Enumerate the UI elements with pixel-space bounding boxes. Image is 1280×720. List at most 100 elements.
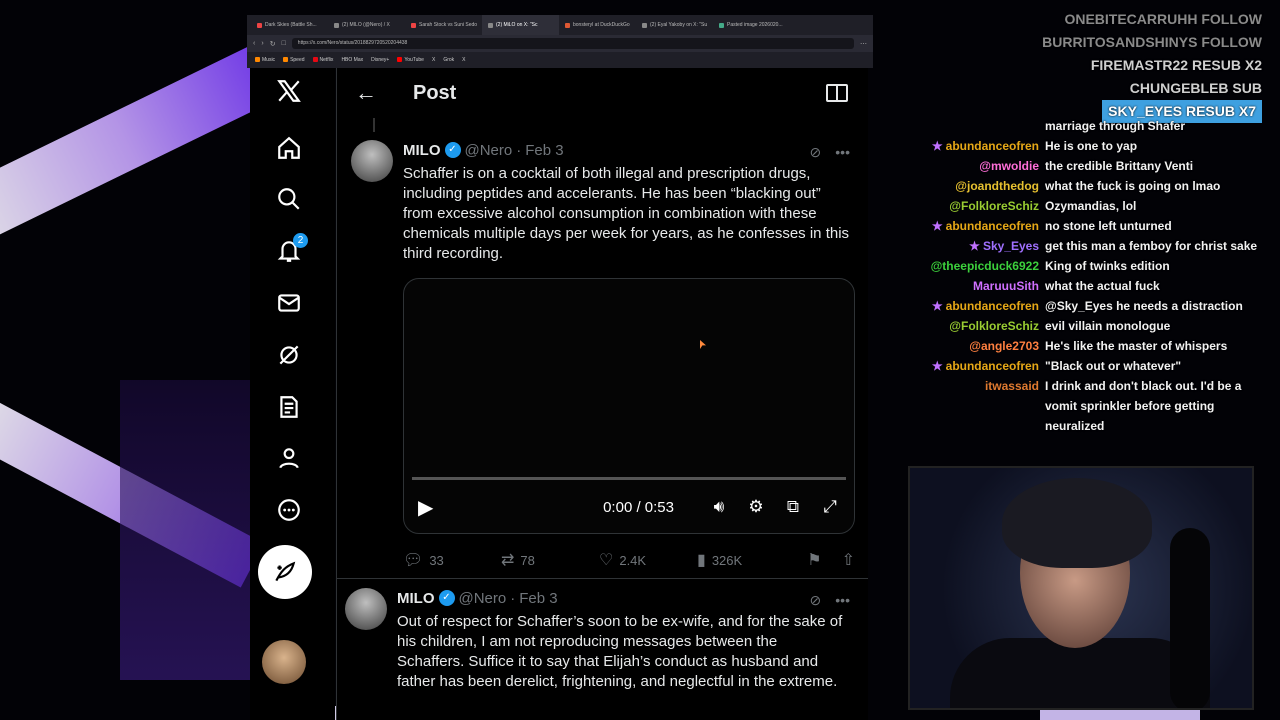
bookmark-item[interactable]: Music	[255, 57, 275, 63]
picture-in-picture-icon[interactable]: ⧉	[783, 497, 803, 517]
repost-icon: ⇄	[501, 552, 515, 569]
more-options-icon[interactable]	[274, 495, 304, 525]
tweet-card[interactable]: ⊘ ••• MILO ✓ @Nero · Feb 3 Out of respec…	[345, 588, 858, 692]
sub-badge-icon: ★	[931, 299, 943, 313]
notifications-bell-icon[interactable]: 2	[274, 233, 308, 266]
author-handle[interactable]: @Nero	[465, 142, 513, 159]
tweet-top-actions: ⊘ •••	[810, 144, 850, 161]
search-icon[interactable]	[274, 184, 304, 214]
chat-username[interactable]: @mwoldie	[928, 156, 1045, 176]
avatar[interactable]	[345, 588, 387, 630]
browser-tab[interactable]: (2) MILO (@Nero) / X	[328, 15, 405, 35]
browser-tab-active[interactable]: (2) MiLO on X: "Sc	[482, 15, 559, 35]
profile-icon[interactable]	[274, 443, 304, 473]
bookmark-item[interactable]: Netflix	[312, 57, 334, 63]
grok-explain-icon[interactable]: ⊘	[810, 144, 822, 161]
views-button[interactable]: ▮ 326K	[697, 550, 795, 570]
more-menu-icon[interactable]: •••	[835, 592, 850, 609]
author-handle[interactable]: @Nero	[459, 590, 507, 607]
reply-button[interactable]: 💬︎ 33	[403, 550, 501, 570]
chat-message: itwassaid I drink and don't black out. I'…	[928, 376, 1268, 436]
more-menu-icon[interactable]: •••	[835, 144, 850, 161]
fullscreen-icon[interactable]: ⤢	[820, 497, 840, 517]
play-icon[interactable]: ▶	[418, 495, 448, 520]
browser-tab[interactable]: Dark Skies (Battle Sh...	[251, 15, 328, 35]
chat-username[interactable]: ★ Sky_Eyes	[928, 236, 1045, 256]
compose-post-button[interactable]	[258, 545, 312, 599]
bookmark-icon[interactable]: ⚑	[807, 550, 821, 570]
grok-explain-icon[interactable]: ⊘	[810, 592, 822, 609]
video-time: 0:00 / 0:53	[603, 498, 674, 516]
bookmark-item[interactable]: X	[432, 57, 435, 63]
chat-username-text: @joandthedog	[955, 179, 1039, 193]
chat-message-text: Ozymandias, lol	[1045, 199, 1137, 213]
account-avatar[interactable]	[262, 640, 306, 684]
reader-view-icon[interactable]	[826, 84, 848, 102]
extensions-icon[interactable]: ⋯	[860, 40, 867, 48]
chat-username-text: MaruuuSith	[973, 279, 1039, 293]
browser-tab[interactable]: (2) Eyal Yakoby on X: "Su	[636, 15, 713, 35]
bookmark-item[interactable]: X	[462, 57, 465, 63]
tweet-date[interactable]: Feb 3	[525, 142, 563, 159]
chat-message-text: "Black out or whatever"	[1045, 359, 1182, 373]
x-logo-icon[interactable]	[274, 76, 304, 106]
bookmark-label: Disney+	[371, 57, 390, 63]
grok-icon[interactable]	[274, 340, 304, 370]
repost-count: 78	[520, 552, 535, 568]
bookmark-item[interactable]: HBO Max	[341, 57, 363, 63]
chat-username[interactable]: ★ abundanceofren	[928, 216, 1045, 236]
back-arrow-icon[interactable]: ←	[355, 80, 395, 106]
chat-username[interactable]: ★ abundanceofren	[928, 356, 1045, 376]
avatar[interactable]	[351, 140, 393, 182]
messages-mail-icon[interactable]	[274, 288, 304, 318]
post-header: ← Post	[337, 68, 868, 118]
repost-button[interactable]: ⇄ 78	[501, 550, 599, 570]
divider	[337, 578, 868, 579]
chat-username[interactable]: MaruuuSith	[928, 276, 1045, 296]
lists-icon[interactable]	[274, 392, 304, 422]
chat-username[interactable]: @FolkloreSchiz	[928, 316, 1045, 336]
chat-message: @angle2703 He's like the master of whispe…	[928, 336, 1268, 356]
chat-username[interactable]	[928, 116, 1045, 136]
bookmark-icon[interactable]: □	[282, 40, 286, 47]
video-progress-bar[interactable]	[412, 477, 846, 480]
volume-icon[interactable]: 🔊︎	[709, 497, 729, 517]
reload-icon[interactable]: ↻	[270, 40, 276, 48]
tweet-date[interactable]: Feb 3	[519, 590, 557, 607]
author-name[interactable]: MILO	[403, 142, 441, 159]
like-button[interactable]: ♡ 2.4K	[599, 550, 697, 570]
chat-username[interactable]: ★ abundanceofren	[928, 136, 1045, 156]
url-input[interactable]: https://x.com/Nero/status/20188297205202…	[291, 38, 854, 49]
bookmark-item[interactable]: Grok	[443, 57, 454, 63]
back-nav-icon[interactable]: ‹	[253, 40, 255, 47]
chat-username[interactable]: @theepicduck6922	[928, 256, 1045, 276]
chat-username[interactable]: itwassaid	[928, 376, 1045, 436]
x-favicon-icon	[334, 22, 339, 28]
browser-tab[interactable]: bonsteryl at DuckDuckGo	[559, 15, 636, 35]
settings-gear-icon[interactable]: ⚙	[746, 497, 766, 517]
video-player[interactable]: ▶ 0:00 / 0:53 🔊︎ ⚙ ⧉ ⤢	[403, 278, 855, 534]
chat-username-text: abundanceofren	[945, 219, 1039, 233]
browser-tab[interactable]: Pasted image 2026020...	[713, 15, 790, 35]
bookmark-favicon-icon	[283, 57, 289, 63]
bookmark-item[interactable]: YouTube	[397, 57, 424, 63]
bookmark-label: Netflix	[319, 57, 334, 63]
chat-username[interactable]: @joandthedog	[928, 176, 1045, 196]
address-bar-row: ‹ › ↻ □ https://x.com/Nero/status/201882…	[247, 35, 873, 52]
chat-message: ★ abundanceofren He is one to yap	[928, 136, 1268, 156]
author-name[interactable]: MILO	[397, 590, 435, 607]
forward-nav-icon[interactable]: ›	[261, 40, 263, 47]
views-chart-icon: ▮	[697, 552, 706, 569]
chat-username[interactable]: ★ abundanceofren	[928, 296, 1045, 316]
browser-tab[interactable]: Sarah Stock vs Suni Sedo	[405, 15, 482, 35]
tweet-card[interactable]: ⊘ ••• MILO ✓ @Nero · Feb 3 Schaffer is o…	[351, 140, 858, 570]
share-icon[interactable]: ⇧	[842, 550, 855, 570]
chat-username-text: abundanceofren	[945, 299, 1039, 313]
bookmark-item[interactable]: Disney+	[371, 57, 389, 63]
bookmark-item[interactable]: Speed	[283, 57, 305, 63]
home-icon[interactable]	[274, 133, 304, 163]
chat-username[interactable]: @FolkloreSchiz	[928, 196, 1045, 216]
bookmark-label: Speed	[290, 57, 305, 63]
bookmark-favicon-icon	[397, 57, 403, 63]
chat-username[interactable]: @angle2703	[928, 336, 1045, 356]
